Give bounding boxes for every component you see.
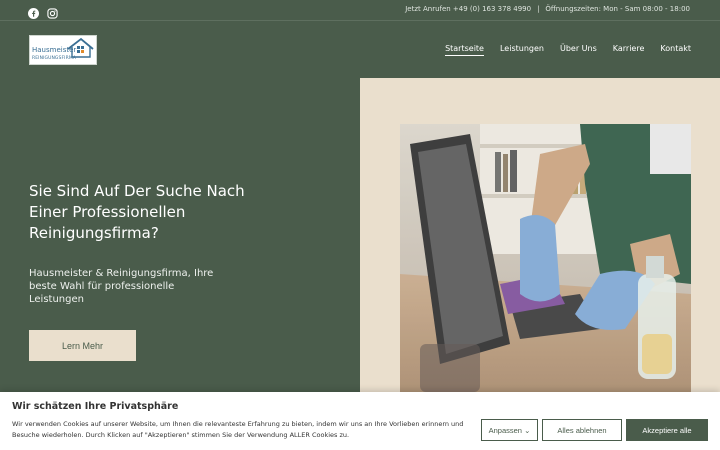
separator: | bbox=[537, 5, 540, 13]
site-header: Hausmeister REINIGUNGSFIRMA Startseite L… bbox=[0, 20, 720, 78]
phone-text[interactable]: Jetzt Anrufen +49 (0) 163 378 4990 bbox=[405, 5, 531, 13]
hero-photo-cleaning bbox=[400, 124, 691, 392]
top-bar: Jetzt Anrufen +49 (0) 163 378 4990 | Öffnu… bbox=[0, 0, 720, 20]
cookie-adjust-button[interactable]: Anpassen ⌄ bbox=[481, 419, 538, 441]
opening-hours: Öffnungszeiten: Mon - Sam 08:00 - 18:00 bbox=[545, 5, 690, 13]
instagram-icon[interactable] bbox=[47, 4, 58, 19]
nav-item-leistungen[interactable]: Leistungen bbox=[500, 44, 544, 56]
cookie-text: Wir verwenden Cookies auf unserer Websit… bbox=[12, 420, 464, 439]
facebook-icon[interactable] bbox=[28, 4, 39, 19]
learn-more-button[interactable]: Lern Mehr bbox=[29, 330, 136, 361]
cookie-reject-button[interactable]: Alles ablehnen bbox=[542, 419, 622, 441]
hero-subtitle: Hausmeister & Reinigungsfirma, Ihre best… bbox=[29, 268, 214, 305]
hero-text-panel: Sie Sind Auf Der Suche Nach Einer Profes… bbox=[0, 78, 360, 398]
nav-item-ueber-uns[interactable]: Über Uns bbox=[560, 44, 597, 56]
cookie-accept-button[interactable]: Akzeptiere alle bbox=[626, 419, 708, 441]
nav-item-karriere[interactable]: Karriere bbox=[613, 44, 645, 56]
nav-item-kontakt[interactable]: Kontakt bbox=[660, 44, 691, 56]
nav-item-startseite[interactable]: Startseite bbox=[445, 44, 484, 56]
social-links bbox=[28, 4, 58, 19]
logo[interactable]: Hausmeister REINIGUNGSFIRMA bbox=[29, 35, 97, 65]
contact-info: Jetzt Anrufen +49 (0) 163 378 4990 | Öffnu… bbox=[405, 5, 690, 13]
logo-text-sub: REINIGUNGSFIRMA bbox=[32, 56, 76, 61]
cookie-title: Wir schätzen Ihre Privatsphäre bbox=[12, 401, 179, 412]
hero-image-panel bbox=[360, 78, 720, 398]
cookie-consent-banner: Wir schätzen Ihre Privatsphäre Wir verwe… bbox=[0, 392, 720, 450]
main-nav: Startseite Leistungen Über Uns Karriere … bbox=[445, 44, 691, 56]
logo-text-main: Hausmeister bbox=[32, 46, 77, 54]
hero-title: Sie Sind Auf Der Suche Nach Einer Profes… bbox=[29, 182, 245, 242]
